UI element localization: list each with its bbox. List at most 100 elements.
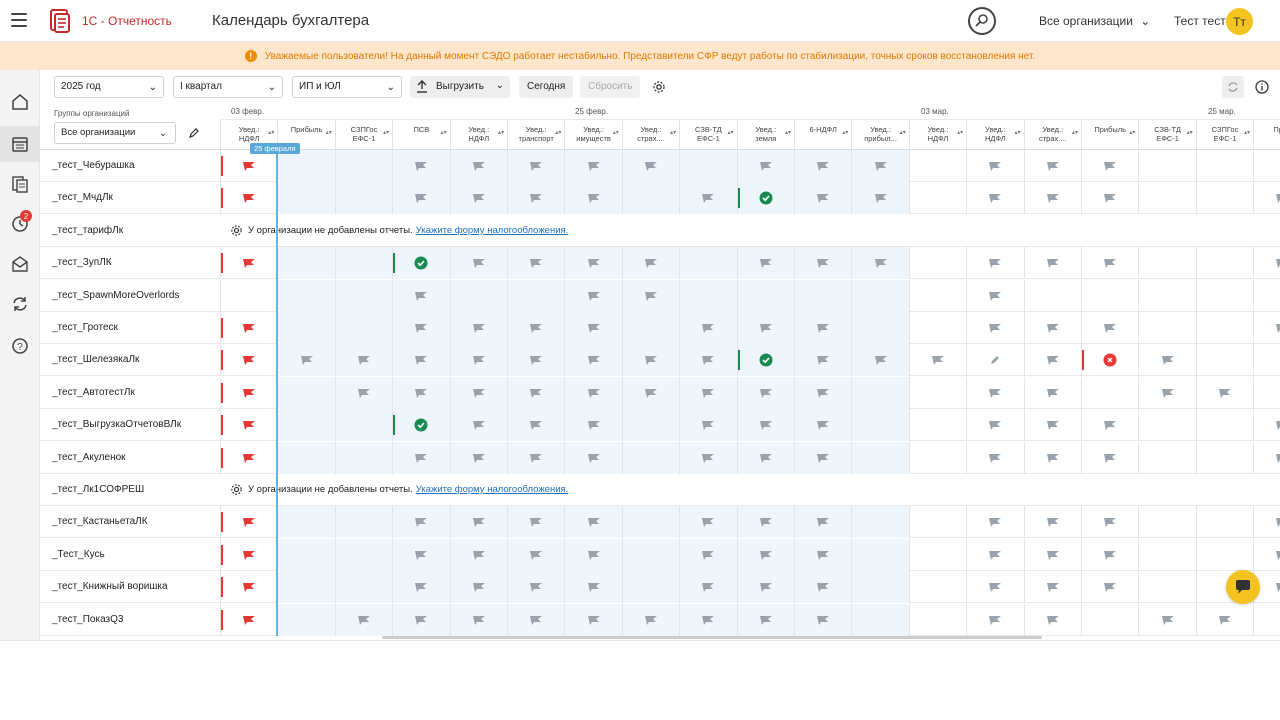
report-cell[interactable] [851,409,909,442]
menu-icon[interactable] [11,13,27,27]
report-cell[interactable] [679,506,737,539]
report-cell[interactable] [1023,409,1081,442]
organization-name[interactable]: _тест_КастаньетаЛК [52,516,148,527]
organization-name[interactable]: _тест_Книжный воришка [52,581,168,592]
groups-select[interactable]: Все организации ⌄ [54,122,176,144]
report-cell[interactable] [966,312,1023,344]
report-cell[interactable] [794,409,852,442]
report-cell[interactable] [1195,344,1253,377]
report-cell[interactable] [564,506,622,539]
report-cell[interactable] [392,376,450,409]
search-icon[interactable] [968,7,996,35]
report-cell[interactable] [1138,279,1195,312]
report-cell[interactable] [908,247,966,280]
report-cell[interactable] [334,571,393,604]
column-header[interactable]: Увед.: имуществ ▴▾ [564,120,621,150]
report-cell[interactable] [1195,247,1253,280]
report-cell[interactable] [1081,506,1138,539]
organization-name[interactable]: _тест_ШелезякаЛк [52,354,139,365]
report-cell[interactable] [966,409,1023,442]
organization-name[interactable]: _тест_Лк1СОФРЕШ [52,484,144,495]
report-cell[interactable] [334,312,393,344]
report-cell[interactable] [564,150,622,182]
report-cell[interactable] [449,344,507,377]
report-cell[interactable] [392,506,450,539]
report-cell[interactable] [449,182,507,215]
report-cell[interactable] [392,571,450,604]
report-cell[interactable] [507,344,565,377]
rail-home[interactable] [0,84,40,120]
report-cell[interactable] [1138,182,1195,215]
report-cell[interactable] [621,312,680,344]
report-cell[interactable] [794,247,852,280]
rail-calendar[interactable] [0,126,40,162]
report-cell[interactable] [736,312,794,344]
column-header[interactable]: Приб▴▾ [1253,120,1280,150]
today-button[interactable]: Сегодня [519,76,574,98]
report-cell[interactable] [679,247,737,280]
report-cell[interactable] [334,279,393,312]
report-cell[interactable] [334,506,393,539]
report-cell[interactable] [1023,182,1081,215]
report-cell[interactable] [1195,506,1253,539]
report-cell[interactable] [1195,150,1253,182]
report-cell[interactable] [449,376,507,409]
report-cell[interactable] [966,279,1023,312]
report-cell[interactable] [220,279,277,312]
report-cell[interactable] [1023,312,1081,344]
report-cell[interactable] [851,279,909,312]
column-header[interactable]: Прибыль ▴▾ [1081,120,1138,150]
column-header[interactable]: Увед.: страх.... ▴▾ [1023,120,1081,150]
report-cell[interactable] [277,603,335,636]
report-cell[interactable] [966,344,1023,377]
organization-name[interactable]: _тест_АвтотестЛк [52,387,135,398]
report-cell[interactable] [851,376,909,409]
report-cell[interactable] [966,506,1023,539]
report-cell[interactable] [564,312,622,344]
report-cell[interactable] [220,409,277,442]
report-cell[interactable] [1138,506,1195,539]
report-cell[interactable] [449,441,507,474]
tax-form-link[interactable]: Укажите форму налогообложения. [416,484,569,495]
report-cell[interactable] [1195,603,1253,636]
report-cell[interactable] [1023,506,1081,539]
report-cell[interactable] [564,247,622,280]
report-cell[interactable] [851,150,909,182]
report-cell[interactable] [851,441,909,474]
report-cell[interactable] [220,506,277,539]
report-cell[interactable] [679,409,737,442]
report-cell[interactable] [392,312,450,344]
report-cell[interactable] [1253,409,1280,442]
report-cell[interactable] [966,571,1023,604]
report-cell[interactable] [564,571,622,604]
report-cell[interactable] [851,571,909,604]
report-cell[interactable] [392,150,450,182]
report-cell[interactable] [1253,603,1280,636]
report-cell[interactable] [220,344,277,377]
report-cell[interactable] [908,603,966,636]
report-cell[interactable] [851,247,909,280]
report-cell[interactable] [1023,571,1081,604]
report-cell[interactable] [621,538,680,571]
report-cell[interactable] [334,603,393,636]
report-cell[interactable] [621,182,680,215]
report-cell[interactable] [679,279,737,312]
report-cell[interactable] [334,247,393,280]
report-cell[interactable] [621,247,680,280]
report-cell[interactable] [1138,150,1195,182]
report-cell[interactable] [736,441,794,474]
avatar[interactable]: Тт [1226,8,1253,35]
report-cell[interactable] [679,312,737,344]
organization-name[interactable]: _тест_МчдЛк [52,192,113,203]
settings-icon[interactable] [648,76,670,98]
export-button[interactable]: Выгрузить ⌄ [410,76,510,98]
report-cell[interactable] [851,538,909,571]
report-cell[interactable] [564,603,622,636]
column-header[interactable]: 6-НДФЛ ▴▾ [794,120,851,150]
report-cell[interactable] [1023,376,1081,409]
report-cell[interactable] [851,603,909,636]
report-cell[interactable] [277,247,335,280]
report-cell[interactable] [277,571,335,604]
report-cell[interactable] [908,182,966,215]
report-cell[interactable] [220,571,277,604]
